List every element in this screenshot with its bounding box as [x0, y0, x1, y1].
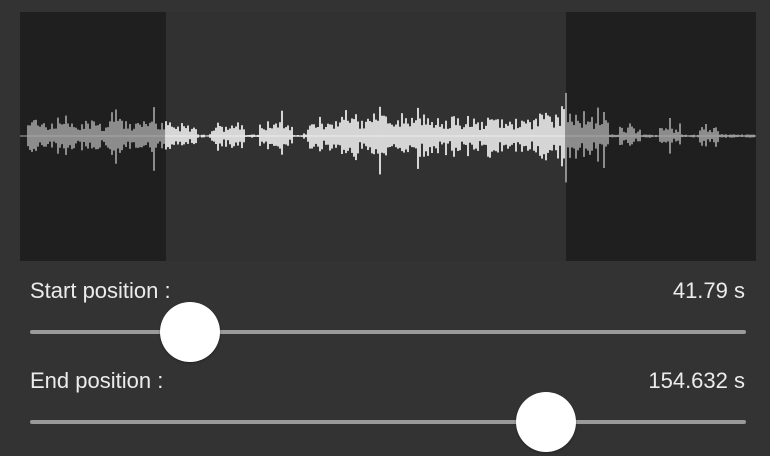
start-position-label: Start position :: [30, 278, 171, 303]
end-position-label: End position :: [30, 368, 164, 393]
audio-trim-panel: Start position : 41.79 s End position : …: [0, 0, 770, 456]
end-position-value: 154.632 s: [648, 368, 745, 393]
end-slider-track[interactable]: [30, 420, 746, 424]
waveform: [20, 92, 756, 183]
start-slider-thumb[interactable]: [160, 302, 221, 362]
start-slider-track[interactable]: [30, 330, 746, 334]
end-slider-thumb[interactable]: [515, 392, 576, 452]
start-position-slider[interactable]: [30, 302, 746, 362]
waveform-display: [20, 12, 756, 261]
start-position-value: 41.79 s: [672, 278, 745, 303]
waveform-bars: [27, 92, 755, 183]
end-position-slider[interactable]: [30, 392, 746, 452]
